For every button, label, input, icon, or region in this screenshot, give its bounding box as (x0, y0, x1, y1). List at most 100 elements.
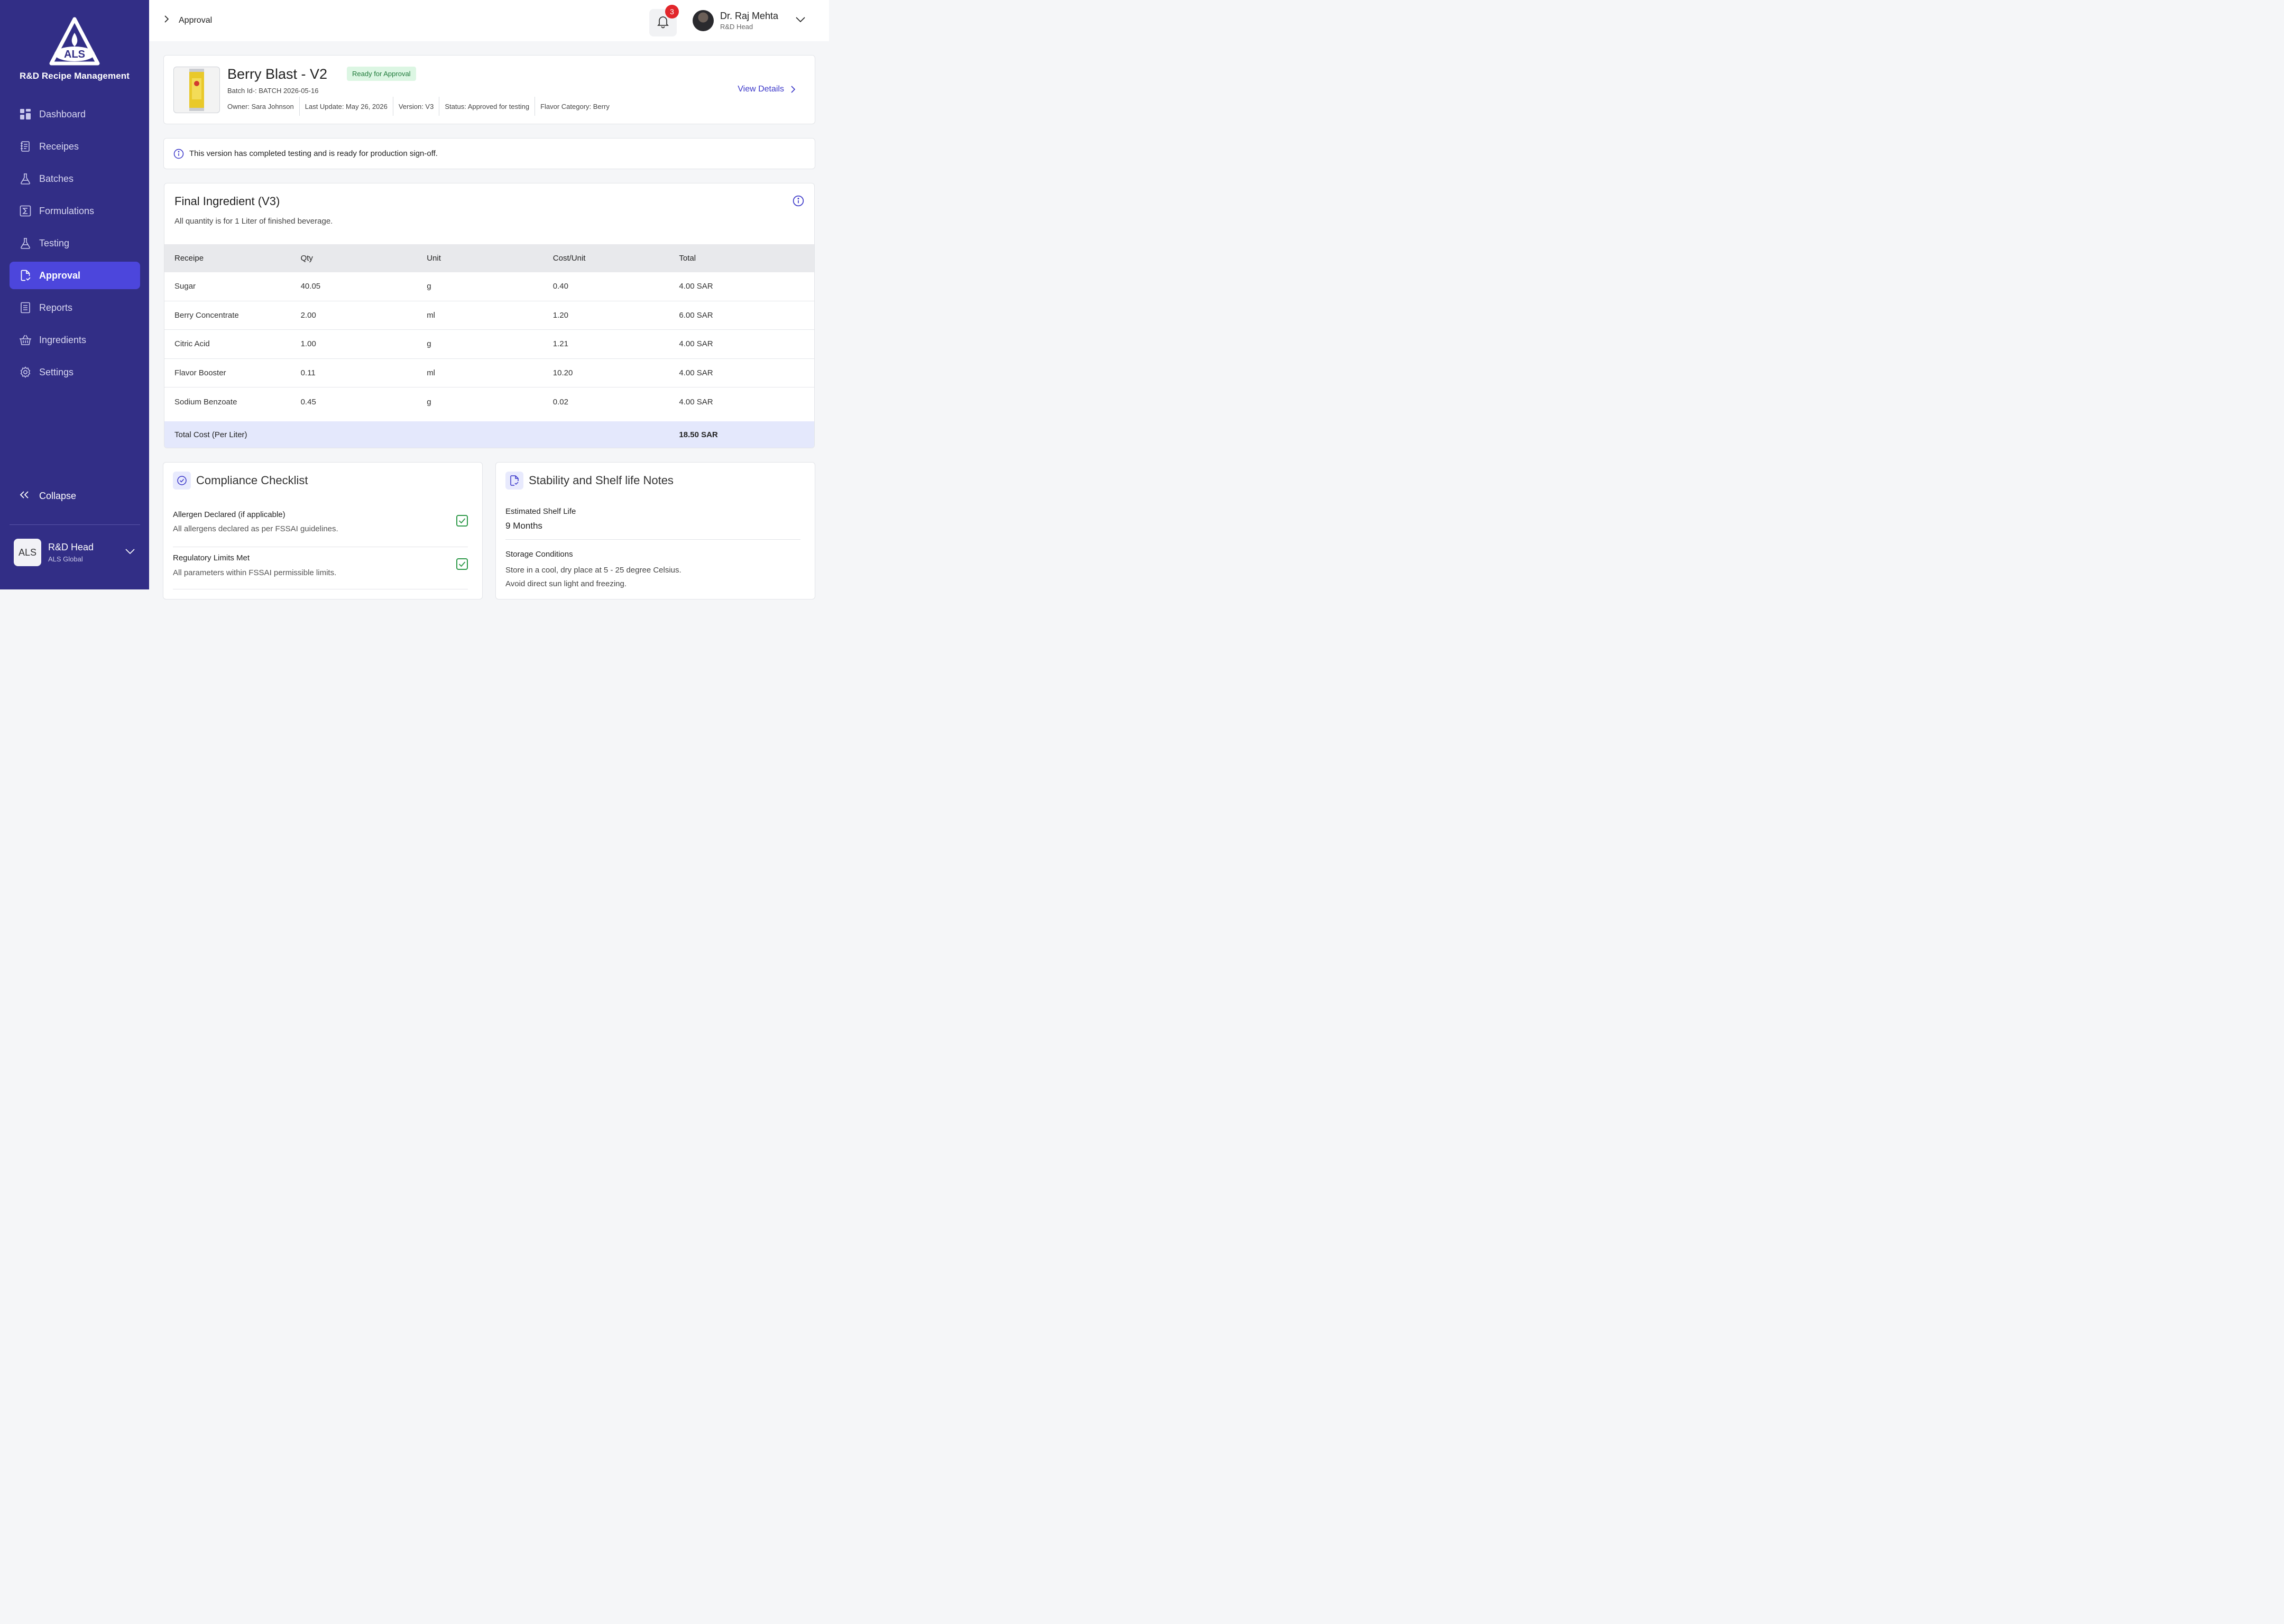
section-title: Final Ingredient (V3) (174, 195, 280, 208)
avatar (693, 10, 714, 31)
meta-status: Status: Approved for testing (439, 97, 535, 116)
final-ingredient-card: Final Ingredient (V3) All quantity is fo… (164, 183, 815, 448)
notice-text: This version has completed testing and i… (189, 149, 438, 158)
sidebar-item-batches[interactable]: Batches (10, 165, 140, 192)
sidebar-item-label: Ingredients (39, 334, 87, 345)
meta-flavor: Flavor Category: Berry (535, 97, 615, 116)
org-switcher[interactable]: ALS R&D Head ALS Global (14, 539, 135, 566)
sidebar-item-dashboard[interactable]: Dashboard (10, 100, 140, 128)
sidebar-item-label: Receipes (39, 141, 79, 152)
chevron-right-icon[interactable] (164, 15, 169, 26)
checkmark-icon (458, 518, 466, 524)
cell-unit: g (427, 282, 431, 291)
section-subtitle: All quantity is for 1 Liter of finished … (174, 217, 333, 226)
cell-ingredient: Sugar (174, 282, 196, 291)
cell-qty: 0.11 (300, 368, 316, 378)
cell-ingredient: Sodium Benzoate (174, 398, 237, 407)
org-name: R&D Head (48, 542, 94, 552)
collapse-button[interactable]: Collapse (19, 491, 76, 502)
gear-icon (19, 366, 32, 379)
checklist-item: Regulatory Limits Met All parameters wit… (173, 547, 468, 589)
cell-cost-unit: 0.02 (552, 398, 568, 407)
table-row: Berry Concentrate 2.00 ml 1.20 6.00 SAR (164, 301, 814, 330)
status-badge: Ready for Approval (347, 67, 416, 81)
breadcrumb-current: Approval (179, 15, 213, 25)
total-cost-label: Total Cost (Per Liter) (174, 430, 247, 440)
cell-total: 6.00 SAR (679, 310, 713, 320)
checklist-item-desc: All allergens declared as per FSSAI guid… (173, 524, 338, 533)
cell-total: 4.00 SAR (679, 282, 713, 291)
column-header: Unit (427, 254, 441, 263)
table-row: Flavor Booster 0.11 ml 10.20 4.00 SAR (164, 359, 814, 388)
table-row: Citric Acid 1.00 g 1.21 4.00 SAR (164, 330, 814, 359)
sidebar-item-reports[interactable]: Reports (10, 294, 140, 321)
sidebar-item-testing[interactable]: Testing (10, 229, 140, 257)
sidebar-item-label: Dashboard (39, 108, 86, 119)
notifications-button[interactable]: 3 (649, 5, 679, 36)
stability-shelf-life-card: Stability and Shelf life Notes Estimated… (495, 462, 815, 599)
info-icon[interactable] (793, 195, 804, 209)
meta-owner: Owner: Sara Johnson (227, 102, 294, 110)
check-circle-icon (173, 472, 191, 490)
info-icon (173, 149, 184, 159)
cell-qty: 0.45 (300, 398, 316, 407)
cell-total: 4.00 SAR (679, 398, 713, 407)
breadcrumb: Approval (164, 15, 212, 26)
storage-conditions-line: Store in a cool, dry place at 5 - 25 deg… (505, 566, 681, 575)
checklist-item-desc: All parameters within FSSAI permissible … (173, 568, 337, 577)
sidebar-item-settings[interactable]: Settings (10, 358, 140, 386)
checkbox[interactable] (456, 558, 468, 570)
cell-ingredient: Flavor Booster (174, 368, 226, 378)
sidebar-nav: Dashboard Receipes Batches Formulations … (10, 100, 140, 391)
cell-unit: g (427, 339, 431, 349)
approval-document-icon (19, 269, 32, 282)
cell-unit: g (427, 398, 431, 407)
table-header: Receipe Qty Unit Cost/Unit Total (164, 244, 814, 272)
view-details-label: View Details (738, 85, 784, 94)
sidebar-item-ingredients[interactable]: Ingredients (10, 326, 140, 354)
ingredient-table: Receipe Qty Unit Cost/Unit Total Sugar 4… (164, 244, 814, 448)
als-logo: ALS (0, 17, 149, 68)
cell-ingredient: Citric Acid (174, 339, 210, 349)
recipes-icon (19, 140, 32, 153)
double-chevron-left-icon (19, 491, 32, 502)
product-image (173, 67, 220, 113)
checklist-item-title: Allergen Declared (if applicable) (173, 510, 286, 519)
top-bar: Approval 3 Dr. Raj Mehta R&D Head (149, 0, 829, 41)
product-summary-card: Berry Blast - V2 Ready for Approval Batc… (163, 55, 815, 124)
product-title: Berry Blast - V2 (227, 66, 328, 82)
shelf-life-value: 9 Months (505, 521, 542, 531)
cell-qty: 40.05 (300, 282, 321, 291)
sidebar-item-label: Batches (39, 173, 74, 184)
view-details-link[interactable]: View Details (738, 85, 796, 94)
app-title: R&D Recipe Management (19, 71, 130, 81)
sidebar-item-label: Reports (39, 302, 73, 313)
user-role: R&D Head (720, 23, 753, 31)
total-cost-value: 18.50 SAR (679, 430, 718, 440)
sidebar-item-approval[interactable]: Approval (10, 262, 140, 289)
report-icon (19, 301, 32, 314)
column-header: Total (679, 254, 696, 263)
user-name: Dr. Raj Mehta (720, 11, 779, 21)
section-title: Stability and Shelf life Notes (529, 474, 674, 487)
meta-last-update: Last Update: May 26, 2026 (299, 97, 393, 116)
sidebar-item-label: Settings (39, 366, 74, 377)
checkbox[interactable] (456, 515, 468, 527)
sidebar-item-label: Testing (39, 237, 70, 248)
storage-conditions-line: Avoid direct sun light and freezing. (505, 579, 627, 588)
sidebar-item-formulations[interactable]: Formulations (10, 197, 140, 225)
chevron-down-icon (795, 16, 806, 25)
chevron-right-icon (791, 86, 796, 93)
batch-id: Batch Id-: BATCH 2026-05-16 (227, 87, 319, 95)
sidebar-item-receipes[interactable]: Receipes (10, 133, 140, 160)
table-row: Sugar 40.05 g 0.40 4.00 SAR (164, 272, 814, 301)
dashboard-icon (19, 108, 32, 121)
column-header: Cost/Unit (552, 254, 586, 263)
collapse-label: Collapse (39, 491, 77, 501)
basket-icon (19, 334, 32, 346)
user-menu[interactable]: Dr. Raj Mehta R&D Head (693, 10, 806, 31)
document-icon (505, 472, 523, 490)
section-title: Compliance Checklist (196, 474, 308, 487)
org-subtitle: ALS Global (48, 555, 83, 563)
checklist-item: Allergen Declared (if applicable) All al… (173, 505, 468, 547)
